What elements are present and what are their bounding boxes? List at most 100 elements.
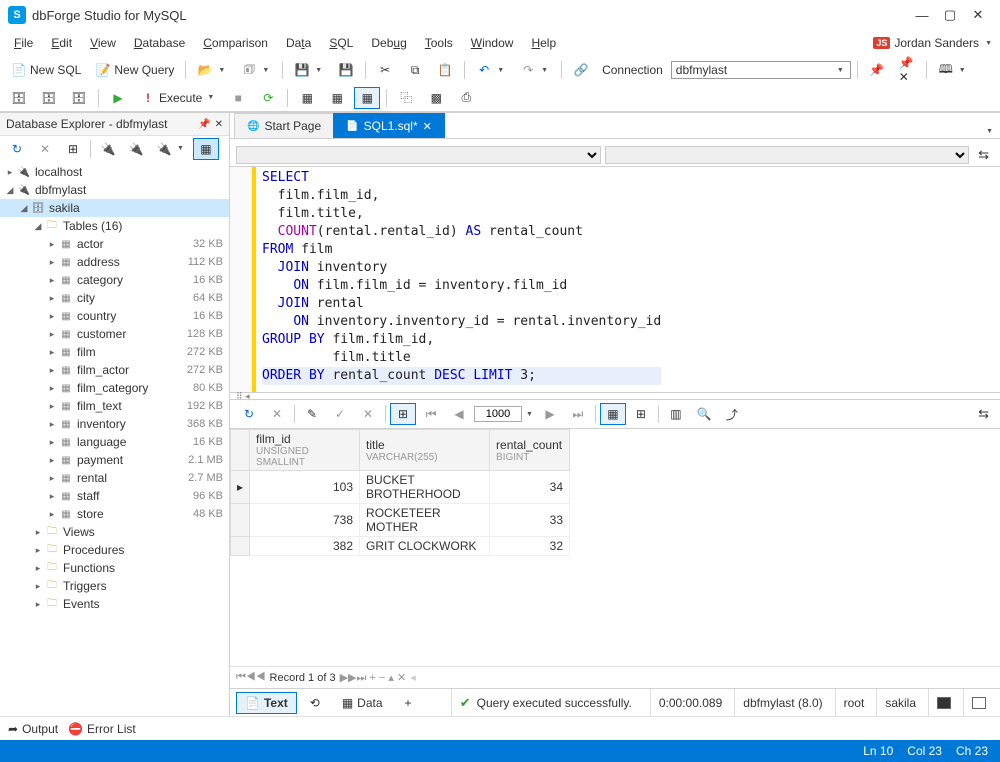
paste-button[interactable]: 📋	[432, 59, 458, 81]
menu-database[interactable]: Database	[126, 33, 193, 53]
tree-item-category[interactable]: ▸▦category16 KB	[0, 271, 229, 289]
execute-button[interactable]: !Execute▼	[135, 87, 221, 109]
tab-sql1-sql-[interactable]: 📄SQL1.sql*✕	[333, 113, 445, 138]
menu-debug[interactable]: Debug	[363, 33, 414, 53]
unpin-button[interactable]: 📌✕	[894, 59, 920, 81]
tool-d[interactable]: ⿻	[393, 87, 419, 109]
reload-tab[interactable]: ⟲	[301, 692, 329, 714]
save-all-button[interactable]: 💾	[333, 59, 359, 81]
tree-item-film-actor[interactable]: ▸▦film_actor272 KB	[0, 361, 229, 379]
columns-button[interactable]: ▥	[663, 403, 689, 425]
menu-window[interactable]: Window	[463, 33, 522, 53]
last-record[interactable]: ▶▶⏭ + − ▴ ✕	[340, 671, 407, 685]
close-tab-icon[interactable]: ✕	[423, 120, 432, 133]
save-button[interactable]: 💾▼	[289, 59, 329, 81]
cancel-results[interactable]: ✕	[264, 403, 290, 425]
pin-button[interactable]: 📌	[864, 59, 890, 81]
code-editor[interactable]: SELECT film.film_id, film.title, COUNT(r…	[230, 167, 1000, 392]
tree[interactable]: ▸🔌localhost◢🔌dbfmylast◢🗄sakila◢🗀Tables (…	[0, 161, 229, 716]
tool-e[interactable]: ▩	[423, 87, 449, 109]
text-tab[interactable]: 📄Text	[236, 692, 297, 714]
page-mode-button[interactable]: ⊞	[390, 403, 416, 425]
tool-b[interactable]: ▦	[324, 87, 350, 109]
tool-c[interactable]: ▦	[354, 87, 380, 109]
filter-button[interactable]: 🔌	[95, 138, 121, 160]
tree-item-language[interactable]: ▸▦language16 KB	[0, 433, 229, 451]
open-button[interactable]: 📂▼	[192, 59, 232, 81]
tab-start-page[interactable]: 🌐Start Page	[234, 113, 334, 138]
edit-results[interactable]: ✎	[299, 403, 325, 425]
pin-icon[interactable]: 📌	[198, 119, 210, 130]
page-size-input[interactable]	[474, 406, 522, 422]
error-list-tab[interactable]: ⛔Error List	[68, 722, 136, 736]
table-row[interactable]: ▸103BUCKET BROTHERHOOD34	[231, 471, 570, 504]
tree-item-functions[interactable]: ▸🗀Functions	[0, 559, 229, 577]
tree-item-events[interactable]: ▸🗀Events	[0, 595, 229, 613]
tree-item-localhost[interactable]: ▸🔌localhost	[0, 163, 229, 181]
collapse-results[interactable]: ⇆	[973, 403, 994, 425]
add-tab[interactable]: +	[396, 692, 421, 714]
filter-button-3[interactable]: 🔌▼	[151, 138, 191, 160]
menu-edit[interactable]: Edit	[43, 33, 80, 53]
grid-view[interactable]: ▦	[600, 403, 626, 425]
menu-data[interactable]: Data	[278, 33, 319, 53]
copy-button[interactable]: ⧉	[402, 59, 428, 81]
stop-button[interactable]: ■	[225, 87, 251, 109]
tree-item-tables-16-[interactable]: ◢🗀Tables (16)	[0, 217, 229, 235]
menu-file[interactable]: File	[6, 33, 41, 53]
view-mode-button[interactable]: ▦	[193, 138, 219, 160]
tree-item-city[interactable]: ▸▦city64 KB	[0, 289, 229, 307]
tree-item-actor[interactable]: ▸▦actor32 KB	[0, 235, 229, 253]
filter-button-2[interactable]: 🔌	[123, 138, 149, 160]
new-sql-button[interactable]: 📄New SQL	[6, 59, 86, 81]
table-row[interactable]: 738ROCKETEER MOTHER33	[231, 504, 570, 537]
tree-item-store[interactable]: ▸▦store48 KB	[0, 505, 229, 523]
tool-f[interactable]: ⎙	[453, 87, 479, 109]
run-button[interactable]: ▶	[105, 87, 131, 109]
minimize-button[interactable]: —	[908, 5, 936, 25]
object-select-1[interactable]	[236, 146, 601, 164]
tab-overflow[interactable]: ▼	[979, 125, 1000, 138]
maximize-button[interactable]: ▢	[936, 5, 964, 25]
tree-item-payment[interactable]: ▸▦payment2.1 MB	[0, 451, 229, 469]
tools-button[interactable]: 🕮▼	[933, 59, 973, 81]
menu-comparison[interactable]: Comparison	[195, 33, 276, 53]
export-button[interactable]: ⤴	[719, 403, 745, 425]
table-row[interactable]: 382GRIT CLOCKWORK32	[231, 537, 570, 556]
find-button[interactable]: 🔍	[691, 403, 717, 425]
prev-page[interactable]: ◀	[446, 403, 472, 425]
refresh-button[interactable]: ⟳	[255, 87, 281, 109]
connection-select[interactable]: dbfmylast▼	[671, 61, 851, 79]
menu-view[interactable]: View	[82, 33, 124, 53]
link-button[interactable]: 🔗	[568, 59, 594, 81]
db-button-3[interactable]: 🗄	[66, 87, 92, 109]
cut-button[interactable]: ✂	[372, 59, 398, 81]
menu-sql[interactable]: SQL	[321, 33, 361, 53]
redo-button[interactable]: ↷▼	[515, 59, 555, 81]
recent-button[interactable]: 🗊▼	[236, 59, 276, 81]
splitter[interactable]: ⠿ ◂	[230, 392, 1000, 400]
undo-button[interactable]: ↶▼	[471, 59, 511, 81]
results-grid[interactable]: film_idUNSIGNED SMALLINTtitleVARCHAR(255…	[230, 428, 1000, 556]
tree-item-film[interactable]: ▸▦film272 KB	[0, 343, 229, 361]
refresh-tree-button[interactable]: ↻	[4, 138, 30, 160]
col-rental_count[interactable]: rental_countBIGINT	[490, 430, 570, 471]
view-toggle-2[interactable]	[963, 689, 994, 716]
first-page[interactable]: ⏮	[418, 403, 444, 425]
card-view[interactable]: ⊞	[628, 403, 654, 425]
db-button-2[interactable]: 🗄	[36, 87, 62, 109]
tree-item-inventory[interactable]: ▸▦inventory368 KB	[0, 415, 229, 433]
object-select-2[interactable]	[605, 146, 970, 164]
tree-item-film-text[interactable]: ▸▦film_text192 KB	[0, 397, 229, 415]
col-film_id[interactable]: film_idUNSIGNED SMALLINT	[250, 430, 360, 471]
close-button[interactable]: ✕	[964, 5, 992, 25]
next-page[interactable]: ▶	[537, 403, 563, 425]
close-conn-button[interactable]: ✕	[32, 138, 58, 160]
tree-item-rental[interactable]: ▸▦rental2.7 MB	[0, 469, 229, 487]
last-page[interactable]: ⏭	[565, 403, 591, 425]
props-button[interactable]: ⊞	[60, 138, 86, 160]
tree-item-country[interactable]: ▸▦country16 KB	[0, 307, 229, 325]
tree-item-staff[interactable]: ▸▦staff96 KB	[0, 487, 229, 505]
close-panel-icon[interactable]: ✕	[215, 119, 223, 130]
data-tab[interactable]: ▦Data	[333, 692, 392, 714]
